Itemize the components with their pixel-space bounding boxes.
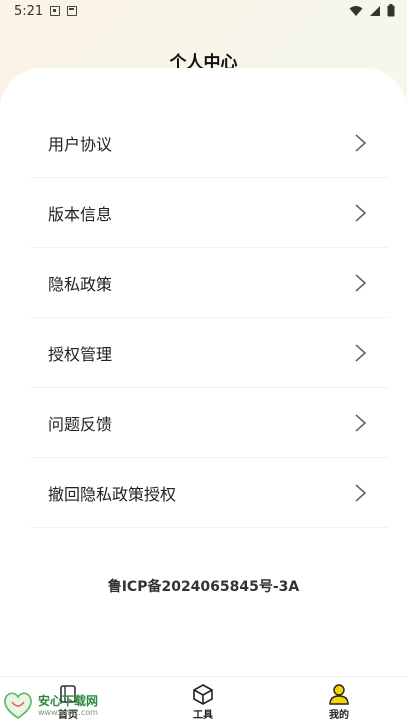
menu-item-privacy-policy[interactable]: 隐私政策 (30, 248, 388, 318)
notification-a-icon (50, 6, 60, 16)
watermark-url: www.anxz.com (38, 708, 98, 717)
chevron-right-icon (355, 203, 367, 222)
user-icon (329, 684, 349, 705)
tab-tools[interactable]: 工具 (173, 683, 233, 721)
menu-item-label: 用户协议 (48, 134, 113, 154)
chevron-right-icon (355, 343, 367, 362)
signal-icon (370, 5, 380, 16)
box-icon (193, 684, 213, 705)
menu-item-label: 隐私政策 (48, 274, 113, 294)
chevron-right-icon (355, 273, 367, 292)
status-bar: 5:21 (0, 0, 407, 24)
watermark-text: 安心下载网 (38, 694, 99, 708)
tab-mine[interactable]: 我的 (309, 683, 369, 721)
menu-item-label: 问题反馈 (48, 414, 113, 434)
notification-icons (50, 6, 77, 16)
chevron-right-icon (355, 483, 367, 502)
menu-item-revoke-privacy-consent[interactable]: 撤回隐私政策授权 (30, 458, 388, 528)
status-right (349, 4, 395, 17)
notification-b-icon (67, 6, 77, 16)
menu-item-label: 授权管理 (48, 344, 113, 364)
tab-label: 我的 (329, 710, 349, 721)
wifi-icon (349, 5, 363, 16)
chevron-right-icon (355, 133, 367, 152)
watermark: 安心下载网 www.anxz.com (0, 688, 110, 725)
icp-record: 鲁ICP备2024065845号-3A (107, 579, 300, 595)
status-time: 5:21 (14, 4, 44, 19)
menu-item-version-info[interactable]: 版本信息 (30, 178, 388, 248)
watermark-logo-icon (4, 692, 32, 719)
battery-icon (387, 4, 395, 17)
menu-item-feedback[interactable]: 问题反馈 (30, 388, 388, 458)
menu-item-user-agreement[interactable]: 用户协议 (30, 108, 388, 178)
settings-menu: 用户协议 版本信息 隐私政策 授权管理 问题反馈 撤回隐私政策授权 (30, 108, 388, 528)
menu-item-label: 撤回隐私政策授权 (48, 484, 177, 504)
chevron-right-icon (355, 413, 367, 432)
menu-item-permission-management[interactable]: 授权管理 (30, 318, 388, 388)
menu-item-label: 版本信息 (48, 204, 113, 224)
tab-label: 工具 (193, 710, 213, 721)
